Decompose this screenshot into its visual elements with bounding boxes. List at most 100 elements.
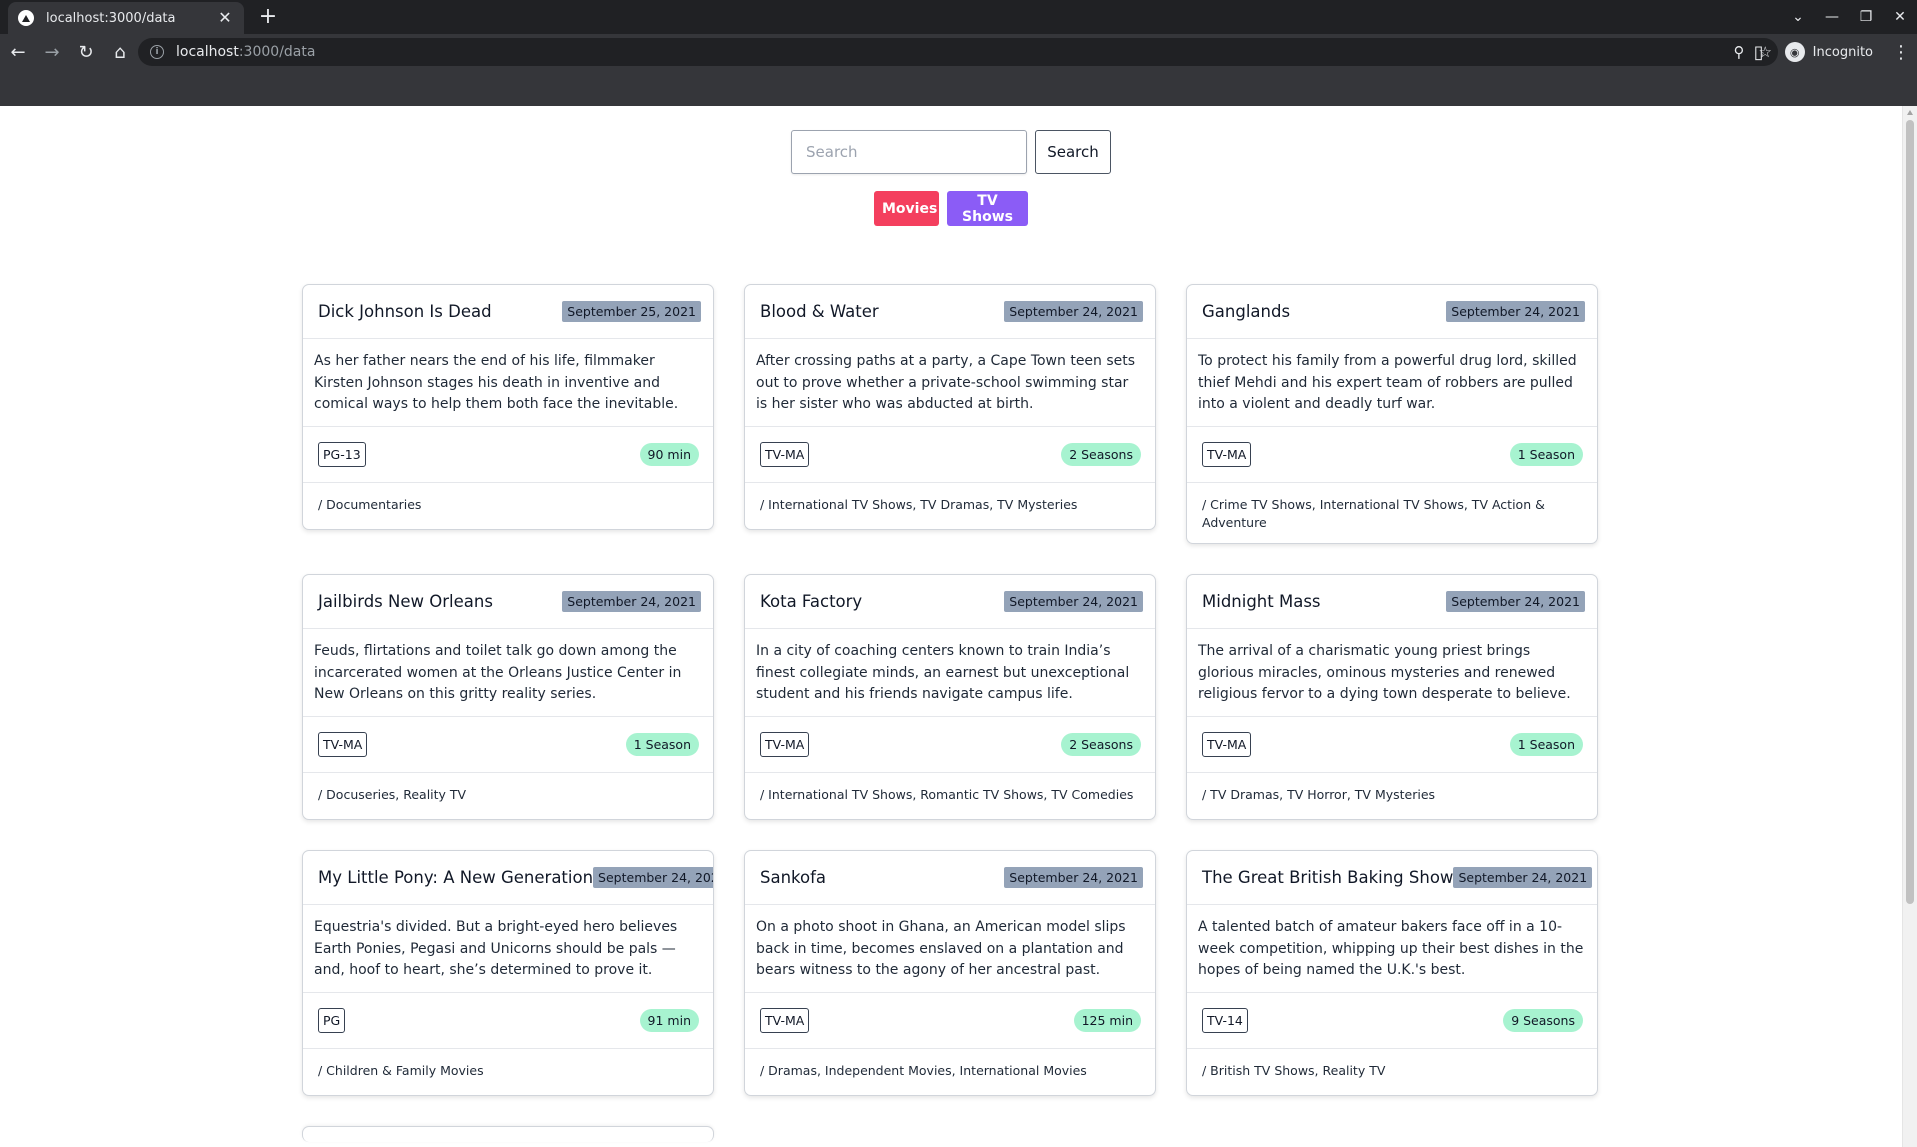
reload-icon[interactable]: ↻ (70, 36, 102, 68)
browser-tab-strip: localhost:3000/data ✕ + ⌄ — ❐ ✕ (0, 0, 1917, 34)
card-grid: Dick Johnson Is Dead September 25, 2021 … (302, 284, 1598, 1142)
card-description: After crossing paths at a party, a Cape … (745, 339, 1155, 427)
movies-filter-button[interactable]: Movies (874, 191, 939, 226)
scrollbar-thumb[interactable] (1906, 120, 1914, 904)
card-meta: PG 91 min (303, 993, 713, 1049)
card-title: The Great British Baking Show (1202, 868, 1454, 887)
rating-badge: PG-13 (318, 442, 366, 467)
card-meta: TV-MA 1 Season (303, 717, 713, 773)
date-badge: September 24, 2021 (1004, 867, 1143, 888)
title-card[interactable]: My Little Pony: A New Generation Septemb… (302, 850, 714, 1096)
date-badge: September 24, 2021 (1453, 867, 1593, 888)
card-title: Jailbirds New Orleans (318, 592, 493, 611)
duration-badge: 125 min (1073, 1009, 1141, 1032)
address-bar[interactable]: i localhost:3000/data ⚲ ☆ (138, 38, 1778, 66)
card-header: My Little Pony: A New Generation Septemb… (303, 851, 713, 905)
card-description: On a photo shoot in Ghana, an American m… (745, 905, 1155, 993)
search-input[interactable] (791, 130, 1027, 174)
date-badge: September 24, 2021 (562, 591, 701, 612)
search-button[interactable]: Search (1035, 130, 1111, 174)
scroll-up-icon[interactable] (1907, 110, 1913, 115)
card-title: Midnight Mass (1202, 592, 1321, 611)
card-meta: TV-MA 1 Season (1187, 427, 1597, 483)
card-meta: TV-MA 2 Seasons (745, 427, 1155, 483)
filter-row: Movies TV Shows (0, 191, 1902, 226)
rating-badge: TV-MA (760, 442, 810, 467)
url-text: localhost:3000/data (176, 44, 316, 60)
minimize-icon[interactable]: — (1815, 9, 1849, 25)
card-description: The arrival of a charismatic young pries… (1187, 629, 1597, 717)
duration-badge: 2 Seasons (1061, 733, 1141, 756)
card-description: To protect his family from a powerful dr… (1187, 339, 1597, 427)
tv-shows-filter-button[interactable]: TV Shows (947, 191, 1028, 226)
title-card[interactable]: The Great British Baking Show September … (1186, 850, 1598, 1096)
forward-icon[interactable]: → (36, 36, 68, 68)
card-header: Dick Johnson Is Dead September 25, 2021 (303, 285, 713, 339)
close-window-icon[interactable]: ✕ (1883, 9, 1917, 25)
title-card[interactable]: Kota Factory September 24, 2021 In a cit… (744, 574, 1156, 820)
title-card[interactable]: Midnight Mass September 24, 2021 The arr… (1186, 574, 1598, 820)
card-description: In a city of coaching centers known to t… (745, 629, 1155, 717)
duration-badge: 91 min (639, 1009, 699, 1032)
rating-badge: TV-MA (760, 732, 810, 757)
card-meta: PG-13 90 min (303, 427, 713, 483)
card-description: As her father nears the end of his life,… (303, 339, 713, 427)
card-title: Sankofa (760, 868, 827, 887)
date-badge: September 24, 2021 (1446, 591, 1585, 612)
menu-icon[interactable]: ⋮ (1885, 36, 1917, 68)
card-title: My Little Pony: A New Generation (318, 868, 594, 887)
card-header: Jailbirds New Orleans September 24, 2021 (303, 575, 713, 629)
card-meta: TV-MA 125 min (745, 993, 1155, 1049)
rating-badge: TV-MA (760, 1008, 810, 1033)
page-scrollbar[interactable] (1902, 106, 1917, 1147)
tab-title: localhost:3000/data (46, 10, 176, 26)
card-genres: / International TV Shows, Romantic TV Sh… (760, 787, 1134, 802)
title-card[interactable]: Sankofa September 24, 2021 On a photo sh… (744, 850, 1156, 1096)
side-panel-icon[interactable]: ▯ (1743, 36, 1775, 68)
card-genres: / British TV Shows, Reality TV (1202, 1063, 1386, 1078)
date-badge: September 24, 2021 (593, 867, 713, 888)
title-card[interactable]: Dick Johnson Is Dead September 25, 2021 … (302, 284, 714, 530)
card-meta: TV-MA 2 Seasons (745, 717, 1155, 773)
card-header: Blood & Water September 24, 2021 (745, 285, 1155, 339)
card-header: Sankofa September 24, 2021 (745, 851, 1155, 905)
card-description: A talented batch of amateur bakers face … (1187, 905, 1597, 993)
card-header: Midnight Mass September 24, 2021 (1187, 575, 1597, 629)
rating-badge: TV-MA (1202, 442, 1252, 467)
card-header: Ganglands September 24, 2021 (1187, 285, 1597, 339)
card-title: Kota Factory (760, 592, 863, 611)
card-title: Dick Johnson Is Dead (318, 302, 492, 321)
duration-badge: 90 min (639, 443, 699, 466)
search-row: Search (0, 130, 1902, 174)
home-icon[interactable]: ⌂ (104, 36, 136, 68)
card-header: The Great British Baking Show September … (1187, 851, 1597, 905)
card-title: Blood & Water (760, 302, 879, 321)
title-card[interactable]: Ganglands September 24, 2021 To protect … (1186, 284, 1598, 544)
title-card-partial[interactable] (302, 1126, 714, 1142)
card-genres: / Children & Family Movies (318, 1063, 484, 1078)
title-card[interactable]: Jailbirds New Orleans September 24, 2021… (302, 574, 714, 820)
duration-badge: 9 Seasons (1503, 1009, 1583, 1032)
card-genres: / Dramas, Independent Movies, Internatio… (760, 1063, 1087, 1078)
duration-badge: 1 Season (625, 733, 699, 756)
date-badge: September 24, 2021 (1004, 301, 1143, 322)
back-icon[interactable]: ← (2, 36, 34, 68)
duration-badge: 2 Seasons (1061, 443, 1141, 466)
card-meta: TV-14 9 Seasons (1187, 993, 1597, 1049)
card-genres: / Crime TV Shows, International TV Shows… (1202, 497, 1545, 530)
site-info-icon[interactable]: i (150, 45, 164, 59)
card-description: Feuds, flirtations and toilet talk go do… (303, 629, 713, 717)
close-tab-icon[interactable]: ✕ (216, 9, 234, 27)
duration-badge: 1 Season (1509, 733, 1583, 756)
card-genres: / TV Dramas, TV Horror, TV Mysteries (1202, 787, 1436, 802)
title-card[interactable]: Blood & Water September 24, 2021 After c… (744, 284, 1156, 530)
new-tab-icon[interactable]: + (256, 5, 280, 29)
browser-tab[interactable]: localhost:3000/data ✕ (8, 2, 244, 34)
restore-icon[interactable]: ❐ (1849, 9, 1883, 25)
card-meta: TV-MA 1 Season (1187, 717, 1597, 773)
date-badge: September 24, 2021 (1004, 591, 1143, 612)
card-title: Ganglands (1202, 302, 1291, 321)
incognito-profile[interactable]: ◉ Incognito (1784, 42, 1873, 62)
tab-search-icon[interactable]: ⌄ (1781, 9, 1815, 25)
duration-badge: 1 Season (1509, 443, 1583, 466)
